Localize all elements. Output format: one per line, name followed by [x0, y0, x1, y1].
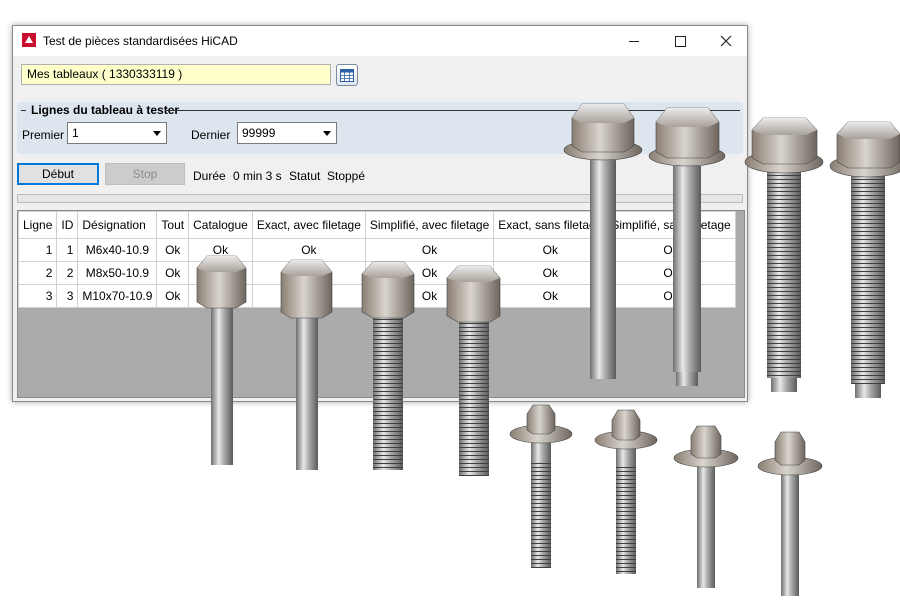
bolt-render [509, 404, 573, 568]
bolt-render [744, 117, 824, 392]
bolt-render [563, 103, 643, 379]
bolt-render [446, 265, 501, 476]
bolt-render [280, 259, 333, 470]
bolt-renders-overlay [196, 103, 900, 596]
bolt-render [361, 261, 415, 470]
bolt-render [196, 255, 247, 465]
bolt-render [673, 425, 739, 588]
bolt-render [594, 409, 658, 574]
bolt-render [757, 431, 823, 596]
bolt-render [648, 107, 726, 386]
bolt-render [829, 121, 900, 398]
